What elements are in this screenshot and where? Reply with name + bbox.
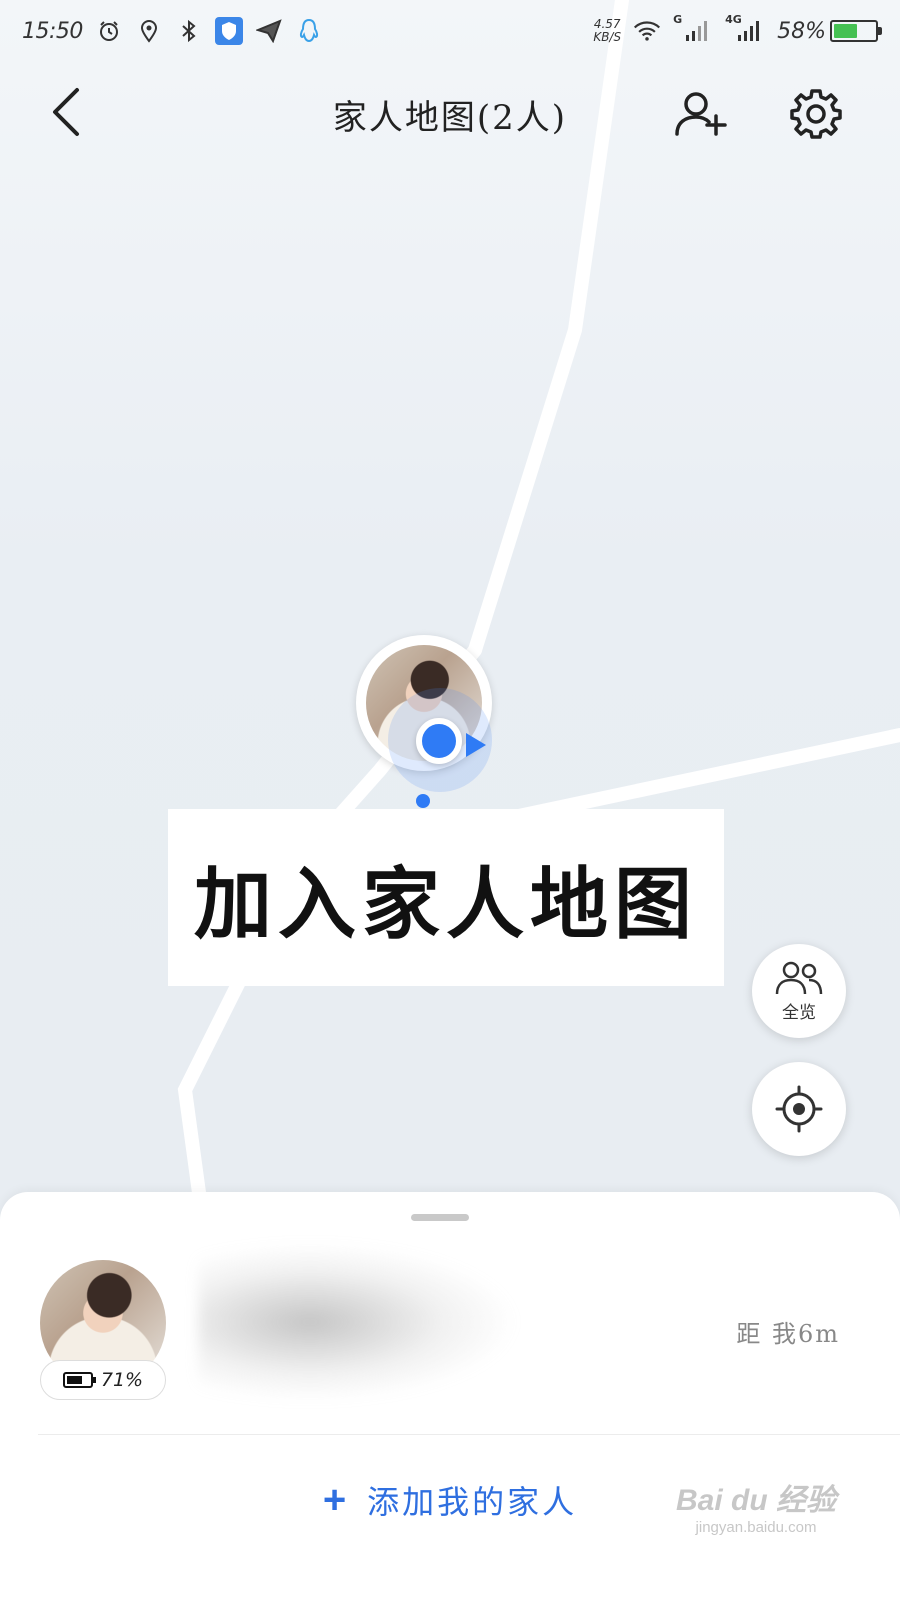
- alarm-icon: [95, 17, 123, 45]
- status-left: 15:50: [22, 17, 323, 45]
- page-title: 家人地图(2人): [332, 98, 568, 138]
- net-speed-unit: KB/S: [593, 30, 622, 44]
- net-speed: 4.57 KB/S: [593, 18, 621, 44]
- header: 家人地图(2人): [0, 62, 900, 162]
- member-list-item[interactable]: 71% 距 我6m: [0, 1242, 900, 1432]
- wifi-icon: [633, 17, 661, 45]
- battery-fill: [834, 24, 858, 38]
- send-icon: [255, 17, 283, 45]
- battery-icon: [62, 1372, 96, 1388]
- watermark-sub: jingyan.baidu.com: [695, 1519, 817, 1536]
- caption-overlay: 加入家人地图: [168, 809, 724, 986]
- signal2-label: 4G: [725, 13, 742, 26]
- status-time: 15:50: [22, 18, 83, 44]
- sheet-drag-handle[interactable]: [411, 1214, 469, 1221]
- locate-icon: [775, 1085, 823, 1133]
- plus-icon: +: [322, 1477, 350, 1522]
- member-battery-fill: [66, 1376, 83, 1384]
- net-speed-value: 4.57: [593, 17, 621, 31]
- battery-percent: 58%: [777, 18, 826, 44]
- member-distance: 距 我6m: [736, 1320, 840, 1348]
- divider: [38, 1434, 900, 1435]
- signal-icon-2: 4G: [725, 13, 765, 45]
- add-family-label: 添加我的家人: [367, 1483, 578, 1521]
- member-battery-badge: 71%: [40, 1360, 166, 1400]
- qq-icon: [295, 17, 323, 45]
- add-person-icon: [675, 92, 727, 136]
- location-icon: [135, 17, 163, 45]
- shield-icon: [214, 17, 243, 45]
- battery-indicator: 58%: [777, 18, 882, 44]
- member-battery-percent: 71%: [100, 1369, 144, 1391]
- my-location-dot: [416, 718, 462, 764]
- bluetooth-icon: [175, 17, 203, 45]
- overview-button[interactable]: 全览: [752, 944, 846, 1038]
- battery-icon: [830, 20, 882, 42]
- overview-label: 全览: [782, 1002, 816, 1023]
- settings-button[interactable]: [786, 84, 846, 144]
- baidu-watermark: Bai du 经验 jingyan.baidu.com: [676, 1475, 836, 1555]
- status-right: 4.57 KB/S G 4G 58%: [593, 13, 882, 45]
- blurred-member-name: [198, 1242, 518, 1402]
- group-icon: [775, 961, 823, 994]
- status-bar: 15:50 4.57 KB/S G 4G 58%: [0, 0, 900, 62]
- add-member-button[interactable]: [672, 84, 732, 144]
- heading-arrow-icon: [466, 733, 486, 757]
- location-point: [416, 794, 430, 808]
- gear-icon: [790, 89, 842, 139]
- watermark-main: Bai du 经验: [676, 1484, 837, 1517]
- locate-button[interactable]: [752, 1062, 846, 1156]
- signal1-label: G: [673, 13, 683, 26]
- signal-icon: G: [673, 13, 713, 45]
